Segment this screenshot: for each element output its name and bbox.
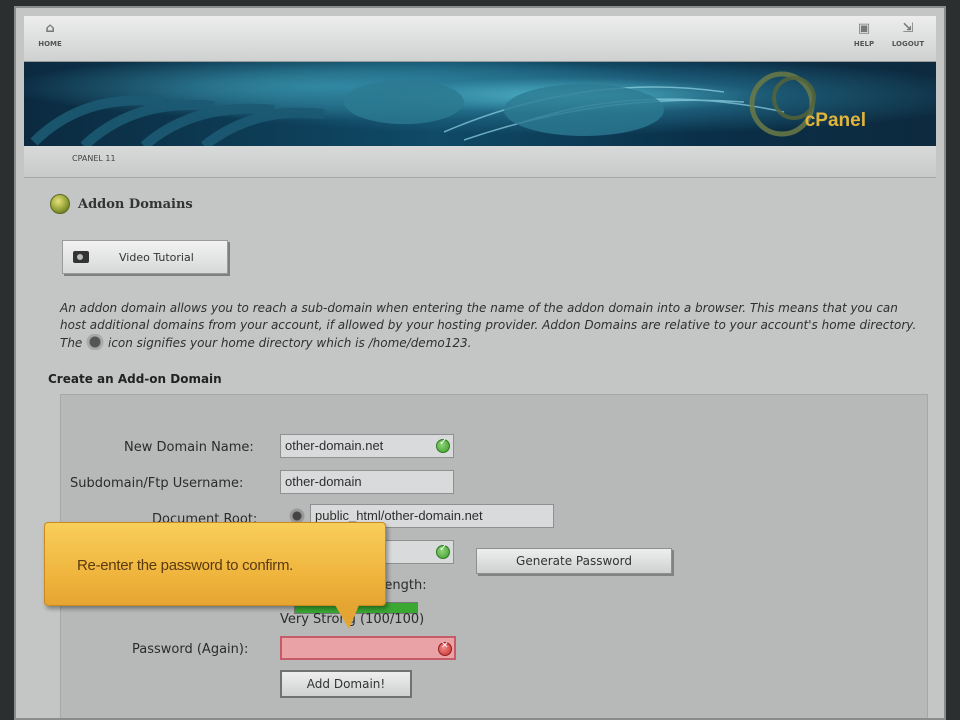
tooltip-text: Re-enter the password to confirm. <box>77 557 294 574</box>
top-toolbar: ⌂ HOME ▣ HELP ⇲ LOGOUT <box>24 16 936 62</box>
intro-text: An addon domain allows you to reach a su… <box>60 300 920 352</box>
video-tutorial-label: Video Tutorial <box>119 251 194 264</box>
help-button[interactable]: ▣ HELP <box>842 21 886 49</box>
video-tutorial-button[interactable]: Video Tutorial <box>62 240 228 274</box>
cpanel-logo: cPanel <box>804 110 866 131</box>
page-title: Addon Domains <box>78 197 193 212</box>
logout-button[interactable]: ⇲ LOGOUT <box>886 21 930 49</box>
breadcrumb[interactable]: CPANEL 11 <box>72 154 116 163</box>
header-banner: cPanel <box>24 62 936 146</box>
banner-graphic <box>30 71 816 146</box>
help-icon: ▣ <box>857 21 871 36</box>
tutorial-tooltip: Re-enter the password to confirm. <box>44 522 386 629</box>
add-domain-button[interactable]: Add Domain! <box>280 670 412 698</box>
new-domain-label: New Domain Name: <box>124 440 254 455</box>
generate-password-button[interactable]: Generate Password <box>476 548 672 574</box>
home-button[interactable]: ⌂ HOME <box>28 21 72 49</box>
logout-icon: ⇲ <box>902 21 914 36</box>
addon-domains-icon <box>50 194 70 214</box>
intro-text-part2: icon signifies your home directory which… <box>107 336 472 350</box>
valid-check-icon <box>436 437 450 453</box>
subdomain-input[interactable]: other-domain <box>280 470 454 494</box>
password-again-input[interactable] <box>280 636 456 660</box>
error-icon <box>438 641 452 656</box>
password-again-label: Password (Again): <box>132 642 249 657</box>
camera-icon <box>73 251 89 263</box>
help-label: HELP <box>853 40 875 48</box>
logout-label: LOGOUT <box>891 40 925 48</box>
valid-check-icon <box>436 543 450 559</box>
new-domain-input[interactable]: other-domain.net <box>280 434 454 458</box>
home-icon: ⌂ <box>45 21 55 36</box>
browser-window: ⌂ HOME ▣ HELP ⇲ LOGOUT cPanel CPANEL 11 … <box>14 6 946 720</box>
home-label: HOME <box>38 40 62 48</box>
breadcrumb-bar: CPANEL 11 <box>24 146 936 178</box>
home-directory-icon <box>86 334 105 350</box>
subdomain-label: Subdomain/Ftp Username: <box>70 476 244 491</box>
section-title: Create an Add-on Domain <box>48 372 222 386</box>
